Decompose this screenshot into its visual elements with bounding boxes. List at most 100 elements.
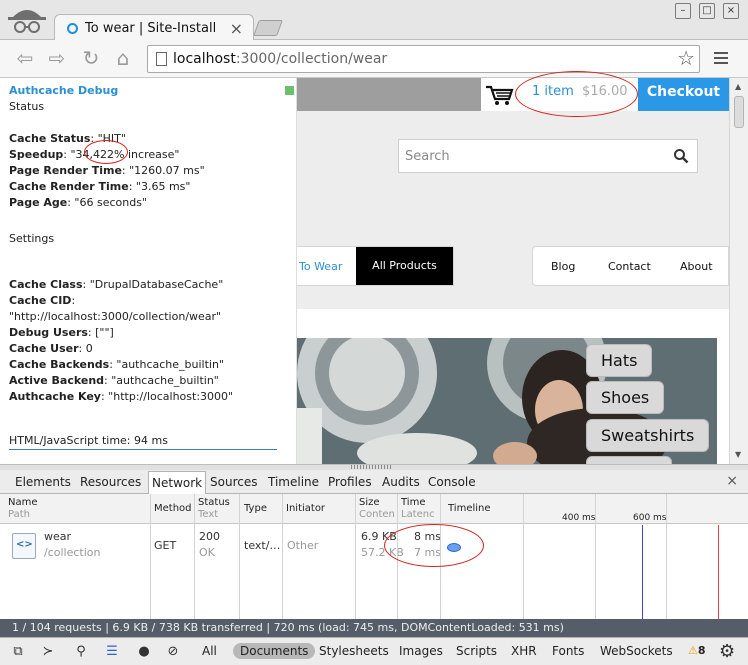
debug-setting-row: Debug Users: [""]	[9, 326, 114, 339]
console-drawer-icon[interactable]: ≻	[40, 644, 56, 660]
timeline-gridline	[666, 494, 667, 619]
request-time: 8 ms 7 ms	[414, 530, 441, 559]
column-divider	[440, 494, 441, 619]
timeline-tick: 600 ms	[633, 513, 667, 523]
settings-gear-icon[interactable]: ⚙	[719, 641, 735, 662]
minimize-button[interactable]: –	[675, 3, 691, 19]
timeline-gridline	[595, 494, 596, 619]
request-type: text/…	[244, 539, 281, 552]
title-bar: To wear | Site-Install × – □ ×	[0, 0, 748, 41]
dock-icon[interactable]: ⧉	[10, 644, 26, 660]
nav-about[interactable]: About	[680, 260, 713, 273]
maximize-button[interactable]: □	[699, 3, 715, 19]
page-scrollbar[interactable]: ▲ ▼	[729, 78, 748, 464]
cart-count: 1 item	[532, 84, 574, 99]
browser-menu-icon[interactable]	[714, 52, 728, 67]
record-icon[interactable]: ●	[136, 644, 152, 660]
request-name[interactable]: wear/collection	[44, 529, 100, 561]
nav-blog[interactable]: Blog	[551, 260, 575, 273]
category-more[interactable]	[586, 456, 672, 464]
clear-icon[interactable]: ⊘	[165, 644, 181, 660]
timeline-tick: 400 ms	[562, 513, 596, 523]
reload-button[interactable]: ↻	[78, 47, 104, 71]
warning-count[interactable]: ⚠8	[688, 644, 706, 657]
tab-close-icon[interactable]: ×	[230, 19, 243, 38]
url-text: localhost:3000/collection/wear	[173, 51, 387, 67]
col-time[interactable]: Time Latenc	[401, 497, 435, 521]
scroll-down-icon[interactable]: ▼	[735, 450, 741, 459]
col-type[interactable]: Type	[244, 503, 267, 515]
column-divider	[355, 494, 356, 619]
network-request-row[interactable]: wear/collection GET 200OK text/… Other 6…	[0, 525, 748, 565]
loading-favicon-icon	[67, 23, 78, 34]
tab-profiles[interactable]: Profiles	[325, 473, 375, 493]
close-window-button[interactable]: ×	[723, 3, 739, 19]
category-hats[interactable]: Hats	[586, 344, 653, 377]
page-info-icon[interactable]	[156, 52, 167, 66]
tab-console[interactable]: Console	[425, 473, 479, 493]
debug-status-row: Speedup: "34,422% increase"	[9, 148, 180, 161]
cart-summary[interactable]: 1 item $16.00	[481, 78, 638, 111]
debug-status-row: Cache Render Time: "3.65 ms"	[9, 180, 191, 193]
category-shoes[interactable]: Shoes	[586, 381, 665, 414]
back-button[interactable]: ⇦	[12, 47, 38, 71]
page-viewport: 1 item $16.00 Checkout Search To Wear Al…	[0, 78, 729, 464]
home-button[interactable]: ⌂	[110, 47, 136, 71]
col-initiator[interactable]: Initiator	[286, 503, 325, 515]
filter-websockets[interactable]: WebSockets	[597, 643, 676, 659]
col-method[interactable]: Method	[154, 503, 192, 515]
debug-footer: HTML/JavaScript time: 94 ms	[9, 434, 168, 447]
domcontentloaded-marker	[642, 525, 643, 619]
browser-tab[interactable]: To wear | Site-Install ×	[54, 14, 254, 41]
checkout-button[interactable]: Checkout	[638, 78, 729, 111]
nav-to-wear[interactable]: To Wear	[299, 260, 342, 273]
devtools-close-icon[interactable]: ×	[726, 473, 738, 489]
debug-setting-row: Active Backend: "authcache_builtin"	[9, 374, 219, 387]
column-divider	[282, 494, 283, 619]
filter-images[interactable]: Images	[396, 643, 446, 659]
bookmark-star-icon[interactable]: ☆	[677, 46, 695, 70]
address-bar[interactable]: localhost:3000/collection/wear ☆	[147, 45, 700, 73]
filter-fonts[interactable]: Fonts	[549, 643, 587, 659]
tab-timeline[interactable]: Timeline	[265, 473, 322, 493]
col-status[interactable]: Status Text	[198, 497, 230, 521]
scrollbar-thumb[interactable]	[734, 96, 744, 128]
filter-all[interactable]: All	[199, 643, 220, 659]
filter-documents[interactable]: Documents	[233, 643, 316, 659]
tab-sources[interactable]: Sources	[207, 473, 260, 493]
category-sweatshirts[interactable]: Sweatshirts	[586, 419, 710, 452]
search-input[interactable]: Search	[398, 139, 698, 173]
request-timing-bar[interactable]	[447, 543, 461, 552]
search-icon[interactable]	[673, 148, 689, 164]
large-rows-icon[interactable]: ☰	[104, 644, 120, 660]
tab-elements[interactable]: Elements	[12, 473, 74, 493]
tab-title: To wear | Site-Install	[85, 21, 217, 36]
nav-contact[interactable]: Contact	[608, 260, 651, 273]
col-name[interactable]: Name Path	[8, 497, 38, 521]
debug-title: Authcache Debug	[9, 84, 119, 97]
nav-all-products[interactable]: All Products	[356, 247, 453, 285]
load-event-marker	[718, 525, 719, 619]
cart-text: 1 item $16.00	[532, 84, 628, 99]
forward-button[interactable]: ⇨	[44, 47, 70, 71]
new-tab-button[interactable]	[253, 20, 283, 36]
filter-xhr[interactable]: XHR	[508, 643, 540, 659]
warning-icon: ⚠	[688, 644, 698, 657]
url-host: localhost	[173, 51, 236, 67]
column-divider	[150, 494, 151, 619]
resize-grip-icon[interactable]	[351, 465, 393, 469]
debug-setting-row: Cache Class: "DrupalDatabaseCache"	[9, 278, 224, 291]
filter-stylesheets[interactable]: Stylesheets	[316, 643, 392, 659]
devtools-status-bar: ⧉ ≻ ⚲ ☰ ● ⊘ All Documents Stylesheets Im…	[0, 637, 748, 665]
col-timeline[interactable]: Timeline	[448, 503, 491, 515]
column-divider	[194, 494, 195, 619]
warning-count-value: 8	[697, 644, 706, 657]
filter-scripts[interactable]: Scripts	[453, 643, 500, 659]
scroll-up-icon[interactable]: ▲	[735, 82, 741, 91]
search-icon[interactable]: ⚲	[73, 644, 89, 660]
debug-status-row: Page Age: "66 seconds"	[9, 196, 147, 209]
tab-audits[interactable]: Audits	[379, 473, 423, 493]
col-size[interactable]: Size Conten	[359, 497, 395, 521]
tab-network[interactable]: Network	[148, 471, 207, 494]
tab-resources[interactable]: Resources	[77, 473, 144, 493]
